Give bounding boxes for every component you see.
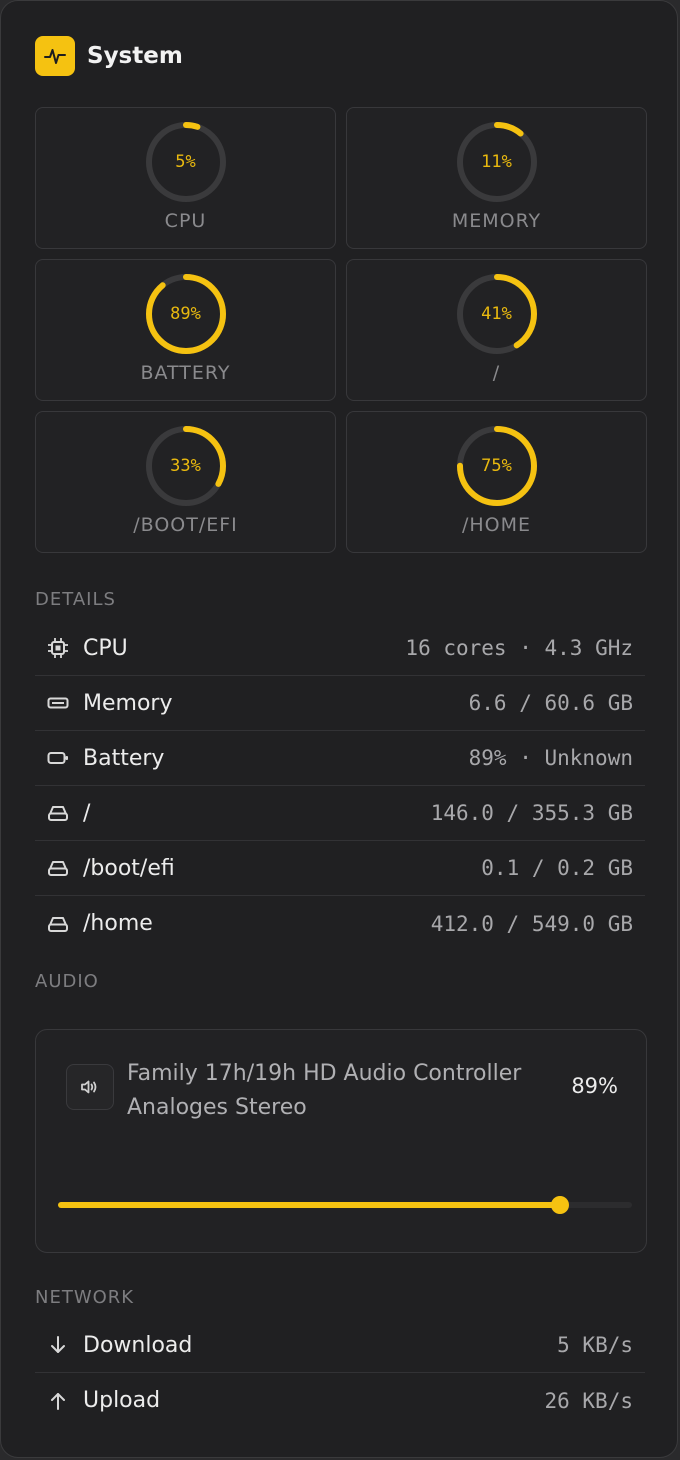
network-title: NETWORK bbox=[35, 1287, 135, 1308]
gauge-grid: 5% CPU 11% MEMORY 89% BATTERY 41% / 33% … bbox=[35, 107, 647, 553]
gauge-ring bbox=[456, 274, 537, 354]
drive-icon bbox=[46, 801, 70, 825]
gauge-memory: 11% MEMORY bbox=[346, 107, 647, 249]
detail-value: 146.0 / 355.3 GB bbox=[430, 801, 633, 825]
network-label: Download bbox=[83, 1332, 193, 1358]
detail-label: /boot/efi bbox=[83, 855, 175, 881]
detail-row-memory: Memory 6.6 / 60.6 GB bbox=[35, 676, 645, 731]
gauge-ring bbox=[456, 426, 537, 506]
battery-icon bbox=[46, 746, 70, 770]
audio-title: AUDIO bbox=[35, 971, 99, 992]
drive-icon bbox=[46, 856, 70, 880]
detail-label: /home bbox=[83, 911, 153, 936]
gauge-label: CPU bbox=[164, 210, 207, 232]
gauge-home: 75% /HOME bbox=[346, 411, 647, 553]
detail-value: 0.1 / 0.2 GB bbox=[481, 856, 633, 880]
network-row-download: Download 5 KB/s bbox=[35, 1318, 645, 1373]
volume-slider-fill bbox=[58, 1202, 560, 1208]
detail-row-cpu: CPU 16 cores · 4.3 GHz bbox=[35, 621, 645, 676]
detail-value: 412.0 / 549.0 GB bbox=[430, 911, 633, 936]
detail-value: 16 cores · 4.3 GHz bbox=[405, 636, 633, 660]
audio-device-name: Family 17h/19h HD Audio Controller Analo… bbox=[127, 1061, 522, 1120]
system-panel: System 5% CPU 11% MEMORY 89% BATTERY 41%… bbox=[0, 0, 678, 1458]
arrow-up-icon bbox=[46, 1389, 70, 1413]
network-label: Upload bbox=[83, 1388, 161, 1413]
network-value: 26 KB/s bbox=[544, 1388, 633, 1413]
network-value: 5 KB/s bbox=[557, 1333, 633, 1357]
gauge-label: BATTERY bbox=[140, 362, 231, 384]
detail-label: / bbox=[83, 800, 91, 826]
gauge-ring bbox=[145, 426, 226, 506]
gauge-label: /BOOT/EFI bbox=[133, 514, 238, 536]
gauge-boot-efi: 33% /BOOT/EFI bbox=[35, 411, 336, 553]
detail-value: 89% · Unknown bbox=[468, 746, 633, 770]
drive-icon bbox=[46, 912, 70, 936]
gauge-ring bbox=[456, 122, 537, 202]
audio-volume-percent: 89% bbox=[571, 1074, 618, 1098]
network-row-upload: Upload 26 KB/s bbox=[35, 1373, 645, 1428]
detail-label: Memory bbox=[83, 690, 173, 716]
gauge-label: / bbox=[492, 362, 501, 384]
detail-label: Battery bbox=[83, 745, 165, 771]
gauge-cpu: 5% CPU bbox=[35, 107, 336, 249]
gauge-battery: 89% BATTERY bbox=[35, 259, 336, 401]
detail-row-root: / 146.0 / 355.3 GB bbox=[35, 786, 645, 841]
gauge-label: /HOME bbox=[461, 514, 532, 536]
panel-header: System bbox=[35, 36, 183, 76]
speaker-icon[interactable] bbox=[66, 1064, 114, 1110]
cpu-chip-icon bbox=[46, 636, 70, 660]
volume-slider-thumb[interactable] bbox=[551, 1196, 569, 1214]
detail-row-home: /home 412.0 / 549.0 GB bbox=[35, 896, 645, 951]
volume-slider[interactable] bbox=[58, 1194, 632, 1216]
detail-label: CPU bbox=[83, 635, 128, 661]
gauge-ring bbox=[145, 274, 226, 354]
panel-title: System bbox=[87, 43, 183, 69]
details-title: DETAILS bbox=[35, 589, 116, 610]
gauge-root-disk: 41% / bbox=[346, 259, 647, 401]
network-list: Download 5 KB/s Upload 26 KB/s bbox=[35, 1318, 645, 1428]
details-list: CPU 16 cores · 4.3 GHz Memory 6.6 / 60.6… bbox=[35, 621, 645, 951]
arrow-down-icon bbox=[46, 1333, 70, 1357]
detail-row-boot-efi: /boot/efi 0.1 / 0.2 GB bbox=[35, 841, 645, 896]
activity-icon bbox=[35, 36, 75, 76]
gauge-ring bbox=[145, 122, 226, 202]
detail-value: 6.6 / 60.6 GB bbox=[468, 691, 633, 715]
audio-device-card: Family 17h/19h HD Audio Controller Analo… bbox=[35, 1029, 647, 1253]
memory-icon bbox=[46, 691, 70, 715]
gauge-label: MEMORY bbox=[451, 210, 542, 232]
detail-row-battery: Battery 89% · Unknown bbox=[35, 731, 645, 786]
